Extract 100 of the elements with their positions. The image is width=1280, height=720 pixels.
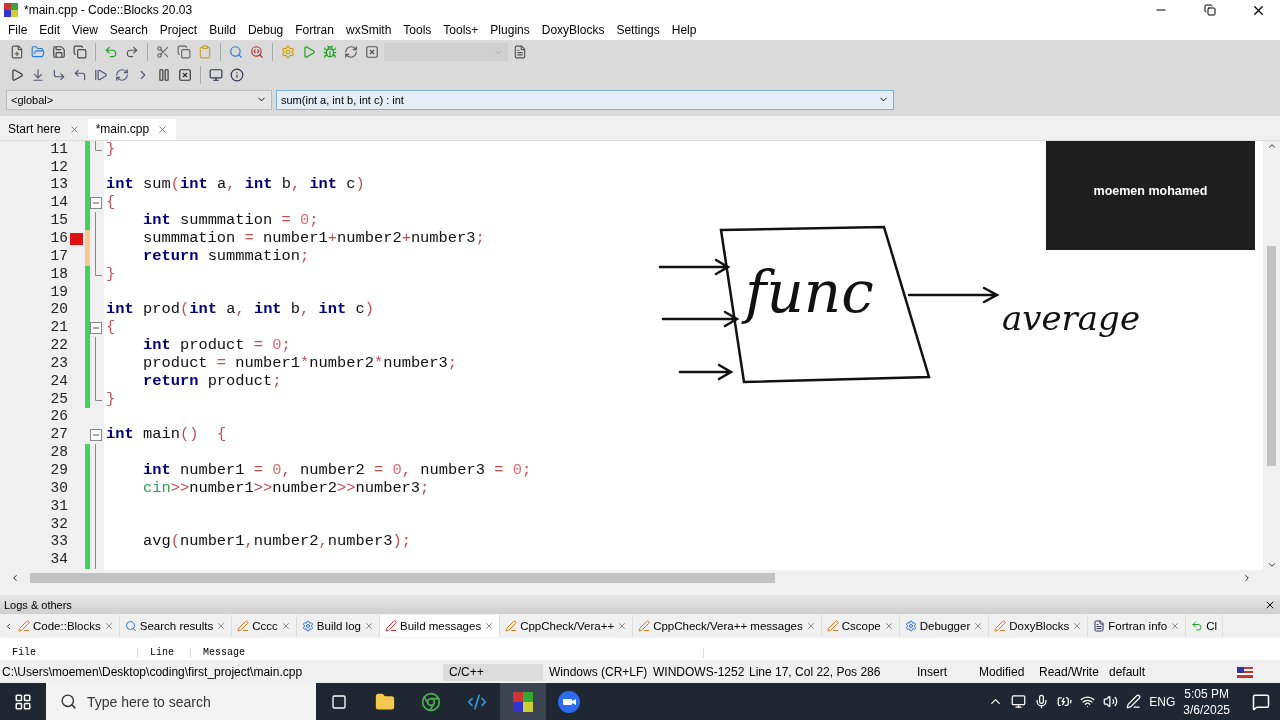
scissors-icon bbox=[156, 45, 170, 60]
app-logo-icon bbox=[4, 3, 18, 17]
tabs-left-icon[interactable] bbox=[4, 621, 13, 631]
line-number: 33 bbox=[49, 533, 68, 552]
participant-name: moemen mohamed bbox=[1093, 184, 1208, 199]
menu-item[interactable]: View bbox=[66, 23, 104, 37]
scope-dropdown[interactable]: <global> bbox=[6, 89, 272, 110]
menu-item[interactable]: Tools+ bbox=[437, 23, 485, 37]
menu-item[interactable]: Edit bbox=[33, 23, 67, 37]
code-line: return summmation; bbox=[141, 247, 310, 266]
notifications-icon[interactable] bbox=[1252, 692, 1270, 711]
menu-item[interactable]: Tools bbox=[397, 23, 438, 37]
editor-tab[interactable]: *main.cpp bbox=[87, 118, 177, 140]
menu-item[interactable]: Search bbox=[103, 23, 154, 37]
menu-item[interactable]: Settings bbox=[610, 23, 666, 37]
code-line: int prod(int a, int b, int c) bbox=[106, 301, 375, 320]
pencil-icon bbox=[826, 620, 839, 633]
wifi-icon[interactable] bbox=[1080, 694, 1096, 709]
line-number: 26 bbox=[49, 408, 68, 427]
line-number: 11 bbox=[49, 140, 68, 159]
code-line: { bbox=[106, 319, 116, 338]
window-title: *main.cpp - Code::Blocks 20.03 bbox=[24, 3, 194, 17]
menu-item[interactable]: Plugins bbox=[484, 23, 536, 37]
menu-item[interactable]: Debug bbox=[241, 23, 290, 37]
log-tab[interactable]: Build messages bbox=[379, 615, 501, 638]
clock[interactable]: 5:05 PM 3/6/2025 bbox=[1183, 685, 1230, 718]
pen-icon[interactable] bbox=[1126, 694, 1142, 709]
play-icon bbox=[10, 68, 24, 83]
menu-item[interactable]: Project bbox=[153, 23, 204, 37]
column-header[interactable]: File bbox=[0, 648, 138, 659]
code-line: avg(number1,number2,number3); bbox=[141, 533, 411, 552]
folder-icon bbox=[31, 45, 45, 60]
clipboard-icon bbox=[198, 45, 212, 60]
menu-item[interactable]: Fortran bbox=[289, 23, 340, 37]
line-number: 30 bbox=[49, 479, 68, 498]
code-line: int main() { bbox=[106, 426, 227, 445]
windows-logo-icon bbox=[14, 692, 32, 711]
arrow-down-icon bbox=[31, 68, 45, 83]
gear-icon bbox=[904, 620, 917, 633]
menu-item[interactable]: DoxyBlocks bbox=[535, 23, 611, 37]
bug-icon bbox=[323, 45, 337, 60]
line-number: 32 bbox=[49, 515, 68, 534]
undo-icon bbox=[104, 45, 118, 60]
document-icon bbox=[513, 45, 527, 60]
horizontal-scrollbar-thumb[interactable] bbox=[30, 573, 775, 584]
breakpoint-marker[interactable] bbox=[70, 232, 83, 245]
line-number: 25 bbox=[49, 390, 68, 409]
line-number: 27 bbox=[49, 426, 68, 445]
function-dropdown[interactable]: sum(int a, int b, int c) : int bbox=[276, 89, 894, 110]
video-app-icon bbox=[558, 690, 580, 713]
status-field: Windows (CR+LF) bbox=[543, 664, 647, 681]
ide-taskbar-button[interactable] bbox=[500, 683, 546, 720]
language-indicator[interactable]: ENG bbox=[1149, 694, 1176, 709]
battery-icon[interactable] bbox=[1057, 694, 1073, 709]
task-view-icon bbox=[331, 693, 347, 710]
scroll-left-icon[interactable] bbox=[10, 573, 20, 584]
column-header[interactable]: Line bbox=[138, 648, 191, 659]
menu-item[interactable]: File bbox=[2, 23, 34, 37]
fold-toggle-icon[interactable] bbox=[90, 197, 102, 210]
line-number: 21 bbox=[49, 319, 68, 338]
save-icon bbox=[52, 45, 66, 60]
code-line: summmation = number1+number2+number3; bbox=[141, 230, 485, 248]
microphone-icon[interactable] bbox=[1034, 694, 1050, 709]
taskbar-search-field[interactable]: Type here to search bbox=[46, 683, 316, 720]
search-placeholder: Type here to search bbox=[87, 693, 211, 710]
status-field: Read/Write bbox=[1033, 664, 1103, 681]
fold-end-icon bbox=[95, 265, 103, 276]
code-line: return product; bbox=[141, 372, 282, 391]
gear-icon bbox=[281, 45, 295, 60]
pencil-icon bbox=[18, 620, 30, 633]
browser-icon bbox=[421, 691, 441, 712]
line-number: 34 bbox=[49, 551, 68, 570]
line-number: 12 bbox=[49, 158, 68, 177]
fold-toggle-icon[interactable] bbox=[90, 322, 102, 335]
copy-icon bbox=[177, 45, 191, 60]
fold-toggle-icon[interactable] bbox=[90, 429, 102, 442]
menu-item[interactable]: wxSmith bbox=[339, 23, 398, 37]
menu-item[interactable]: Build bbox=[203, 23, 242, 37]
line-number: 23 bbox=[49, 354, 68, 373]
status-field: default bbox=[1103, 664, 1203, 681]
arrow-icon bbox=[1191, 620, 1204, 633]
panel-title: Logs & others bbox=[4, 598, 72, 611]
close-icon bbox=[178, 68, 192, 83]
close-icon bbox=[365, 45, 379, 60]
menu-item[interactable]: Help bbox=[665, 23, 703, 37]
pin-icon bbox=[384, 620, 397, 633]
fold-end-icon bbox=[95, 390, 103, 401]
arrow-right-icon bbox=[52, 68, 66, 83]
info-icon bbox=[230, 68, 244, 83]
column-header[interactable]: Message bbox=[191, 648, 704, 659]
code-line: int summmation = 0; bbox=[141, 212, 319, 230]
file-plus-icon bbox=[10, 45, 24, 60]
line-number: 29 bbox=[49, 462, 68, 480]
scroll-right-icon[interactable] bbox=[1242, 573, 1252, 584]
vertical-scrollbar-thumb[interactable] bbox=[1267, 245, 1276, 466]
line-number: 15 bbox=[49, 212, 68, 230]
refresh-icon bbox=[115, 68, 129, 83]
restore-icon bbox=[1203, 4, 1216, 16]
volume-icon[interactable] bbox=[1103, 694, 1119, 709]
code-line: product = number1*number2*number3; bbox=[141, 354, 458, 373]
